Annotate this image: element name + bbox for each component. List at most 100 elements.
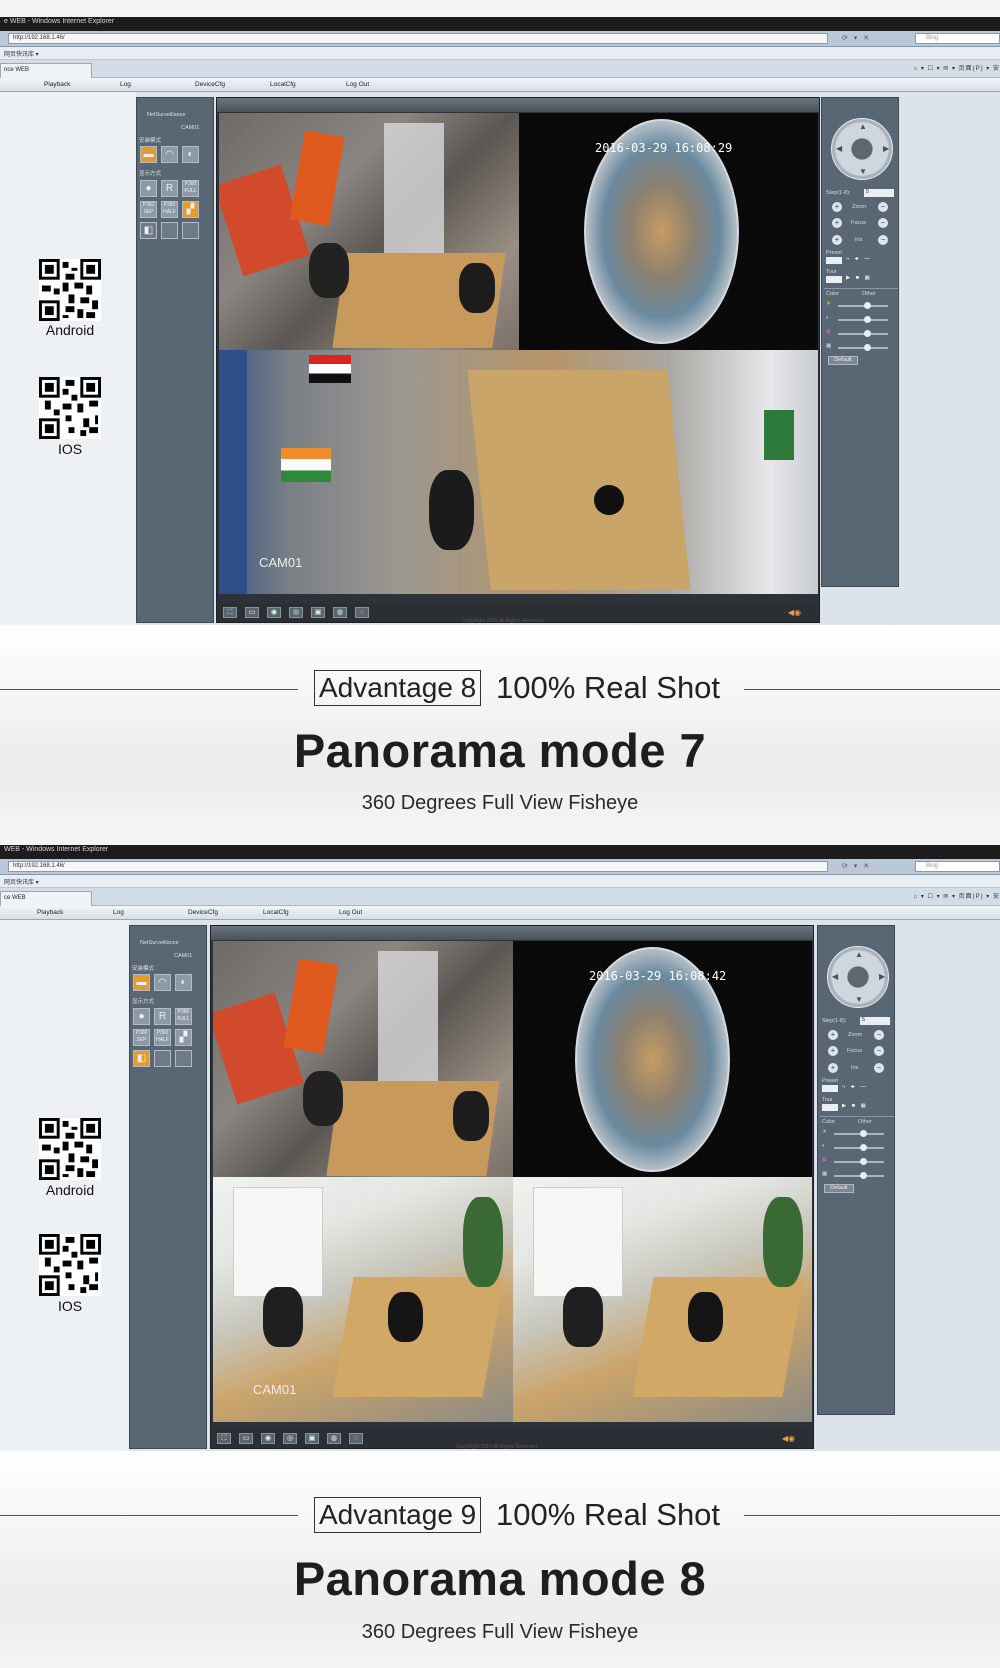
saturation-slider[interactable] <box>838 330 888 337</box>
alarm-button[interactable]: ◌ <box>355 607 369 618</box>
mode-10-button[interactable] <box>182 222 199 239</box>
menu-logout[interactable]: Log Out <box>339 909 362 916</box>
single-view-button[interactable]: ▭ <box>245 607 259 618</box>
mode-7-button[interactable]: ▞ <box>182 201 199 218</box>
brightness-slider[interactable] <box>834 1130 884 1137</box>
single-view-button[interactable]: ▭ <box>239 1433 253 1444</box>
slider-thumb[interactable] <box>860 1172 867 1179</box>
slider-thumb[interactable] <box>864 302 871 309</box>
video-pane-fisheye[interactable]: 2016-03-29 16:08:29 <box>519 113 818 350</box>
menu-devicecfg[interactable]: DeviceCfg <box>188 909 218 916</box>
other-tab[interactable]: Other <box>858 1119 872 1125</box>
step-select[interactable]: 5 <box>860 1017 890 1025</box>
ptz-left-arrow-icon[interactable]: ◀ <box>836 144 842 153</box>
iris-in-icon[interactable]: + <box>832 235 842 245</box>
iris-out-icon[interactable]: − <box>878 235 888 245</box>
default-button[interactable]: Default <box>828 356 858 365</box>
r-mode-button[interactable]: R <box>154 1008 171 1025</box>
menu-playback[interactable]: Playback <box>44 81 70 88</box>
fisheye-view-button[interactable]: ● <box>140 180 157 197</box>
camera-selector[interactable]: CAM01 <box>181 125 199 131</box>
fullscreen-button[interactable]: ⛶ <box>217 1433 231 1444</box>
focus-in-icon[interactable]: + <box>828 1046 838 1056</box>
alarm-button[interactable]: ◌ <box>349 1433 363 1444</box>
menu-devicecfg[interactable]: DeviceCfg <box>195 81 225 88</box>
p360-full-button[interactable]: P360 FULL <box>182 180 199 197</box>
command-bar[interactable]: ⌂ ▾ ☐ ▾ ✉ ▾ 页面(P) ▾ 安 <box>914 63 1000 72</box>
video-pane-fisheye[interactable]: 2016-03-29 16:08:42 <box>513 941 812 1177</box>
preset-buttons[interactable]: ⤷ ✚ ━ <box>846 256 872 263</box>
contrast-slider[interactable] <box>838 316 888 323</box>
slider-thumb[interactable] <box>864 344 871 351</box>
step-select[interactable]: 5 <box>864 189 894 197</box>
tour-buttons[interactable]: ▶ ■ ▦ <box>846 275 872 281</box>
hue-slider[interactable] <box>834 1172 884 1179</box>
browser-tab[interactable]: nce WEB <box>0 63 92 78</box>
focus-out-icon[interactable]: − <box>878 218 888 228</box>
tour-buttons[interactable]: ▶ ■ ▦ <box>842 1103 868 1109</box>
ptz-direction-pad[interactable]: ▲ ▼ ◀ ▶ <box>831 118 893 180</box>
preset-buttons[interactable]: ⤷ ✚ ━ <box>842 1084 868 1091</box>
slider-thumb[interactable] <box>860 1144 867 1151</box>
mode-10-button[interactable] <box>175 1050 192 1067</box>
zoom-out-icon[interactable]: − <box>878 202 888 212</box>
snapshot-button[interactable]: ◎ <box>289 607 303 618</box>
video-pane-office-view[interactable] <box>219 113 519 350</box>
color-tab[interactable]: Color <box>822 1119 835 1125</box>
p360-half-button[interactable]: P360 HALF <box>161 201 178 218</box>
search-input[interactable]: Bing <box>915 861 1000 872</box>
command-bar[interactable]: ⌂ ▾ ☐ ▾ ✉ ▾ 页面(P) ▾ 安 <box>914 891 1000 900</box>
ceiling-mode-button[interactable]: ▬ <box>133 974 150 991</box>
menu-playback[interactable]: Playback <box>37 909 63 916</box>
ptz-down-arrow-icon[interactable]: ▼ <box>855 995 863 1004</box>
mode-8-button[interactable]: ◧ <box>140 222 157 239</box>
menu-logout[interactable]: Log Out <box>346 81 369 88</box>
address-buttons[interactable]: ⟳ ▾ ✕ <box>842 862 871 870</box>
ptz-right-arrow-icon[interactable]: ▶ <box>883 144 889 153</box>
zoom-in-icon[interactable]: + <box>828 1030 838 1040</box>
other-tab[interactable]: Other <box>862 291 876 297</box>
hue-slider[interactable] <box>838 344 888 351</box>
video-pane-room-left[interactable]: CAM01 <box>213 1177 513 1422</box>
playback-button[interactable]: ▣ <box>311 607 325 618</box>
video-pane-room-right[interactable] <box>513 1177 812 1422</box>
speaker-icon[interactable]: ◀◉ <box>782 1434 795 1443</box>
tour-input[interactable] <box>826 276 842 283</box>
zoom-in-icon[interactable]: + <box>832 202 842 212</box>
r-mode-button[interactable]: R <box>161 180 178 197</box>
wall-mode-button[interactable]: ◐ <box>182 146 199 163</box>
record-button[interactable]: ◉ <box>267 607 281 618</box>
iris-out-icon[interactable]: − <box>874 1063 884 1073</box>
mode-8-button[interactable]: ◧ <box>133 1050 150 1067</box>
ptz-down-arrow-icon[interactable]: ▼ <box>859 167 867 176</box>
mode-7-button[interactable]: ▞ <box>175 1029 192 1046</box>
desktop-mode-button[interactable]: ◠ <box>161 146 178 163</box>
ptz-up-arrow-icon[interactable]: ▲ <box>859 122 867 131</box>
saturation-slider[interactable] <box>834 1158 884 1165</box>
mode-9-button[interactable] <box>154 1050 171 1067</box>
p360-full-button[interactable]: P360 FULL <box>175 1008 192 1025</box>
camera-button[interactable]: ◍ <box>333 607 347 618</box>
p360-sep-button[interactable]: P360 SEP <box>133 1029 150 1046</box>
tour-input[interactable] <box>822 1104 838 1111</box>
contrast-slider[interactable] <box>834 1144 884 1151</box>
video-pane-panorama[interactable]: CAM01 <box>219 350 818 594</box>
brightness-slider[interactable] <box>838 302 888 309</box>
browser-tab[interactable]: ce WEB <box>0 891 92 906</box>
favorites-item[interactable]: 网页快讯库 ▾ <box>4 49 39 58</box>
default-button[interactable]: Default <box>824 1184 854 1193</box>
ptz-left-arrow-icon[interactable]: ◀ <box>832 972 838 981</box>
video-pane-office-view[interactable] <box>213 941 513 1177</box>
ceiling-mode-button[interactable]: ▬ <box>140 146 157 163</box>
preset-input[interactable] <box>826 257 842 264</box>
menu-localcfg[interactable]: LocalCfg <box>263 909 289 916</box>
url-input[interactable]: http://192.168.1.46/ <box>8 861 828 872</box>
p360-half-button[interactable]: P360 HALF <box>154 1029 171 1046</box>
zoom-out-icon[interactable]: − <box>874 1030 884 1040</box>
menu-log[interactable]: Log <box>120 81 131 88</box>
snapshot-button[interactable]: ◎ <box>283 1433 297 1444</box>
playback-button[interactable]: ▣ <box>305 1433 319 1444</box>
focus-out-icon[interactable]: − <box>874 1046 884 1056</box>
p360-sep-button[interactable]: P360 SEP <box>140 201 157 218</box>
desktop-mode-button[interactable]: ◠ <box>154 974 171 991</box>
